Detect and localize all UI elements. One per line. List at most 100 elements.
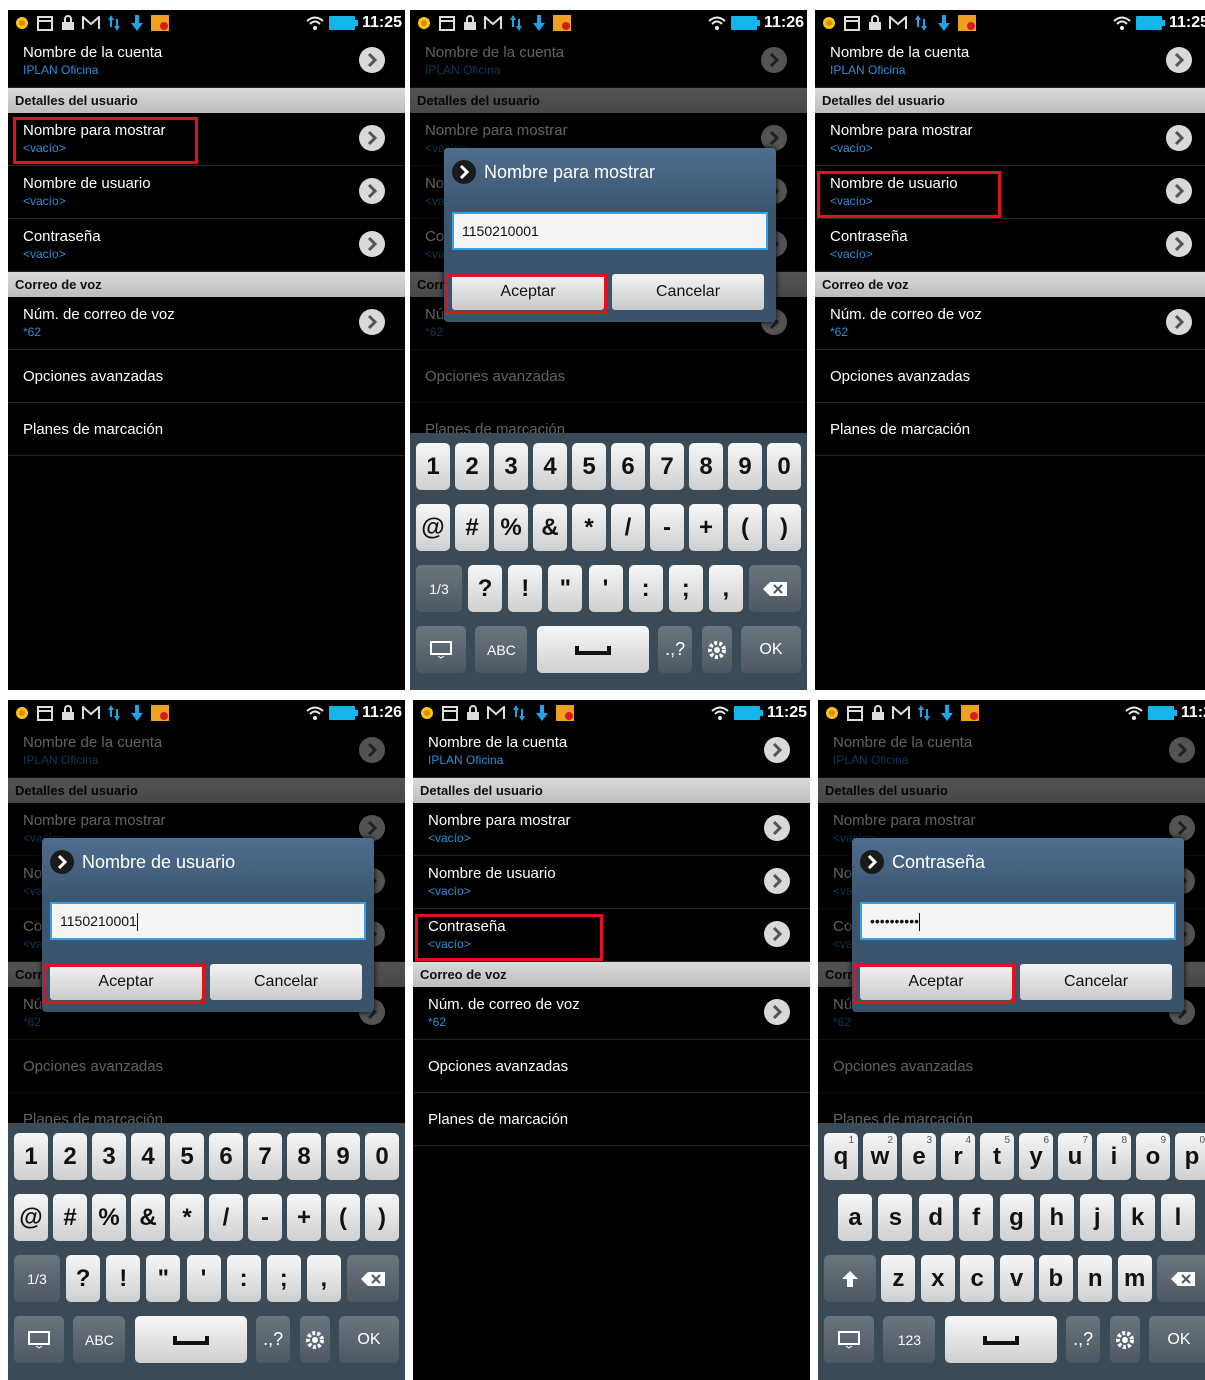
cancel-button[interactable]: Cancelar — [1020, 964, 1172, 1000]
key[interactable]: , — [708, 565, 743, 612]
key[interactable]: n — [1078, 1255, 1113, 1302]
key[interactable]: + — [287, 1194, 321, 1241]
space-key[interactable] — [134, 1316, 247, 1363]
key[interactable]: * — [572, 504, 606, 551]
key[interactable]: / — [611, 504, 645, 551]
key[interactable]: : — [226, 1255, 261, 1302]
chevron-right-icon[interactable] — [359, 47, 385, 73]
password-item[interactable]: Contraseña <vacío> — [815, 219, 1205, 272]
key[interactable]: z — [881, 1255, 916, 1302]
chevron-right-icon[interactable] — [764, 999, 790, 1025]
display-name-input[interactable]: 1150210001 — [452, 212, 768, 250]
display-name-item[interactable]: Nombre para mostrar <vacío> — [413, 803, 810, 856]
key[interactable]: 4 — [533, 443, 567, 490]
key[interactable]: 9 — [728, 443, 762, 490]
chevron-right-icon[interactable] — [1166, 231, 1192, 257]
key[interactable]: ; — [266, 1255, 301, 1302]
key[interactable]: ? — [66, 1255, 101, 1302]
dial-plans-item[interactable]: Planes de marcación — [413, 1093, 810, 1146]
key[interactable]: h — [1039, 1194, 1074, 1241]
key[interactable]: 1 — [416, 443, 450, 490]
key[interactable]: m — [1117, 1255, 1152, 1302]
key[interactable]: 7 — [650, 443, 684, 490]
key[interactable]: # — [455, 504, 489, 551]
space-key[interactable] — [536, 626, 649, 673]
key[interactable]: 2 — [53, 1133, 87, 1180]
page-key[interactable]: 1/3 — [14, 1255, 60, 1302]
key[interactable]: t5 — [980, 1133, 1014, 1180]
key[interactable]: ' — [588, 565, 623, 612]
key[interactable]: b — [1038, 1255, 1073, 1302]
key[interactable]: 7 — [248, 1133, 282, 1180]
key[interactable]: l — [1161, 1194, 1195, 1241]
advanced-options-item[interactable]: Opciones avanzadas — [8, 350, 405, 403]
key[interactable]: x — [920, 1255, 955, 1302]
chevron-right-icon[interactable] — [359, 231, 385, 257]
account-name-item[interactable]: Nombre de la cuenta IPLAN Oficina — [8, 35, 405, 88]
password-input[interactable]: •••••••••• — [860, 902, 1176, 940]
chevron-right-icon[interactable] — [764, 921, 790, 947]
key[interactable]: k — [1120, 1194, 1155, 1241]
key[interactable]: % — [92, 1194, 126, 1241]
key[interactable]: j — [1080, 1194, 1115, 1241]
key[interactable]: 1 — [14, 1133, 48, 1180]
mode-key[interactable]: ABC — [475, 626, 528, 673]
key[interactable]: " — [146, 1255, 181, 1302]
voicemail-number-item[interactable]: Núm. de correo de voz *62 — [413, 987, 810, 1040]
key[interactable]: ) — [365, 1194, 399, 1241]
chevron-right-icon[interactable] — [764, 868, 790, 894]
key[interactable]: , — [306, 1255, 341, 1302]
chevron-right-icon[interactable] — [1166, 178, 1192, 204]
key[interactable]: " — [548, 565, 583, 612]
key[interactable]: 2 — [455, 443, 489, 490]
key[interactable]: # — [53, 1194, 87, 1241]
keyboard-switch-icon[interactable] — [824, 1316, 874, 1363]
space-key[interactable] — [944, 1316, 1057, 1363]
punctuation-key[interactable]: .,? — [658, 626, 693, 673]
account-name-item[interactable]: Nombre de la cuenta IPLAN Oficina — [815, 35, 1205, 88]
key[interactable]: - — [650, 504, 684, 551]
key[interactable]: % — [494, 504, 528, 551]
key[interactable]: 0 — [365, 1133, 399, 1180]
key[interactable]: ! — [508, 565, 543, 612]
password-item[interactable]: Contraseña <vacío> — [8, 219, 405, 272]
ok-key[interactable]: OK — [740, 626, 801, 673]
key[interactable]: 3 — [494, 443, 528, 490]
settings-gear-icon[interactable] — [1109, 1316, 1140, 1363]
key[interactable]: g — [999, 1194, 1034, 1241]
ok-key[interactable]: OK — [338, 1316, 399, 1363]
key[interactable]: 6 — [209, 1133, 243, 1180]
key[interactable]: 0 — [767, 443, 801, 490]
key[interactable]: w2 — [863, 1133, 897, 1180]
advanced-options-item[interactable]: Opciones avanzadas — [413, 1040, 810, 1093]
shift-icon[interactable] — [824, 1255, 876, 1302]
key[interactable]: 3 — [92, 1133, 126, 1180]
key[interactable]: : — [628, 565, 663, 612]
cancel-button[interactable]: Cancelar — [612, 274, 764, 310]
key[interactable]: y6 — [1019, 1133, 1053, 1180]
punctuation-key[interactable]: .,? — [256, 1316, 291, 1363]
key[interactable]: q1 — [824, 1133, 858, 1180]
chevron-right-icon[interactable] — [764, 737, 790, 763]
key[interactable]: d — [918, 1194, 953, 1241]
key[interactable]: 8 — [689, 443, 723, 490]
key[interactable]: ( — [728, 504, 762, 551]
page-key[interactable]: 1/3 — [416, 565, 462, 612]
key[interactable]: e3 — [902, 1133, 936, 1180]
key[interactable]: @ — [416, 504, 450, 551]
username-item[interactable]: Nombre de usuario <vacío> — [413, 856, 810, 909]
key[interactable]: * — [170, 1194, 204, 1241]
key[interactable]: o9 — [1136, 1133, 1170, 1180]
key[interactable]: i8 — [1097, 1133, 1131, 1180]
chevron-right-icon[interactable] — [1166, 125, 1192, 151]
chevron-right-icon[interactable] — [1166, 309, 1192, 335]
keyboard-switch-icon[interactable] — [14, 1316, 64, 1363]
voicemail-number-item[interactable]: Núm. de correo de voz *62 — [8, 297, 405, 350]
key[interactable]: @ — [14, 1194, 48, 1241]
dial-plans-item[interactable]: Planes de marcación — [8, 403, 405, 456]
dial-plans-item[interactable]: Planes de marcación — [815, 403, 1205, 456]
key[interactable]: a — [838, 1194, 872, 1241]
backspace-icon[interactable] — [749, 565, 801, 612]
ok-key[interactable]: OK — [1148, 1316, 1205, 1363]
key[interactable]: 5 — [572, 443, 606, 490]
